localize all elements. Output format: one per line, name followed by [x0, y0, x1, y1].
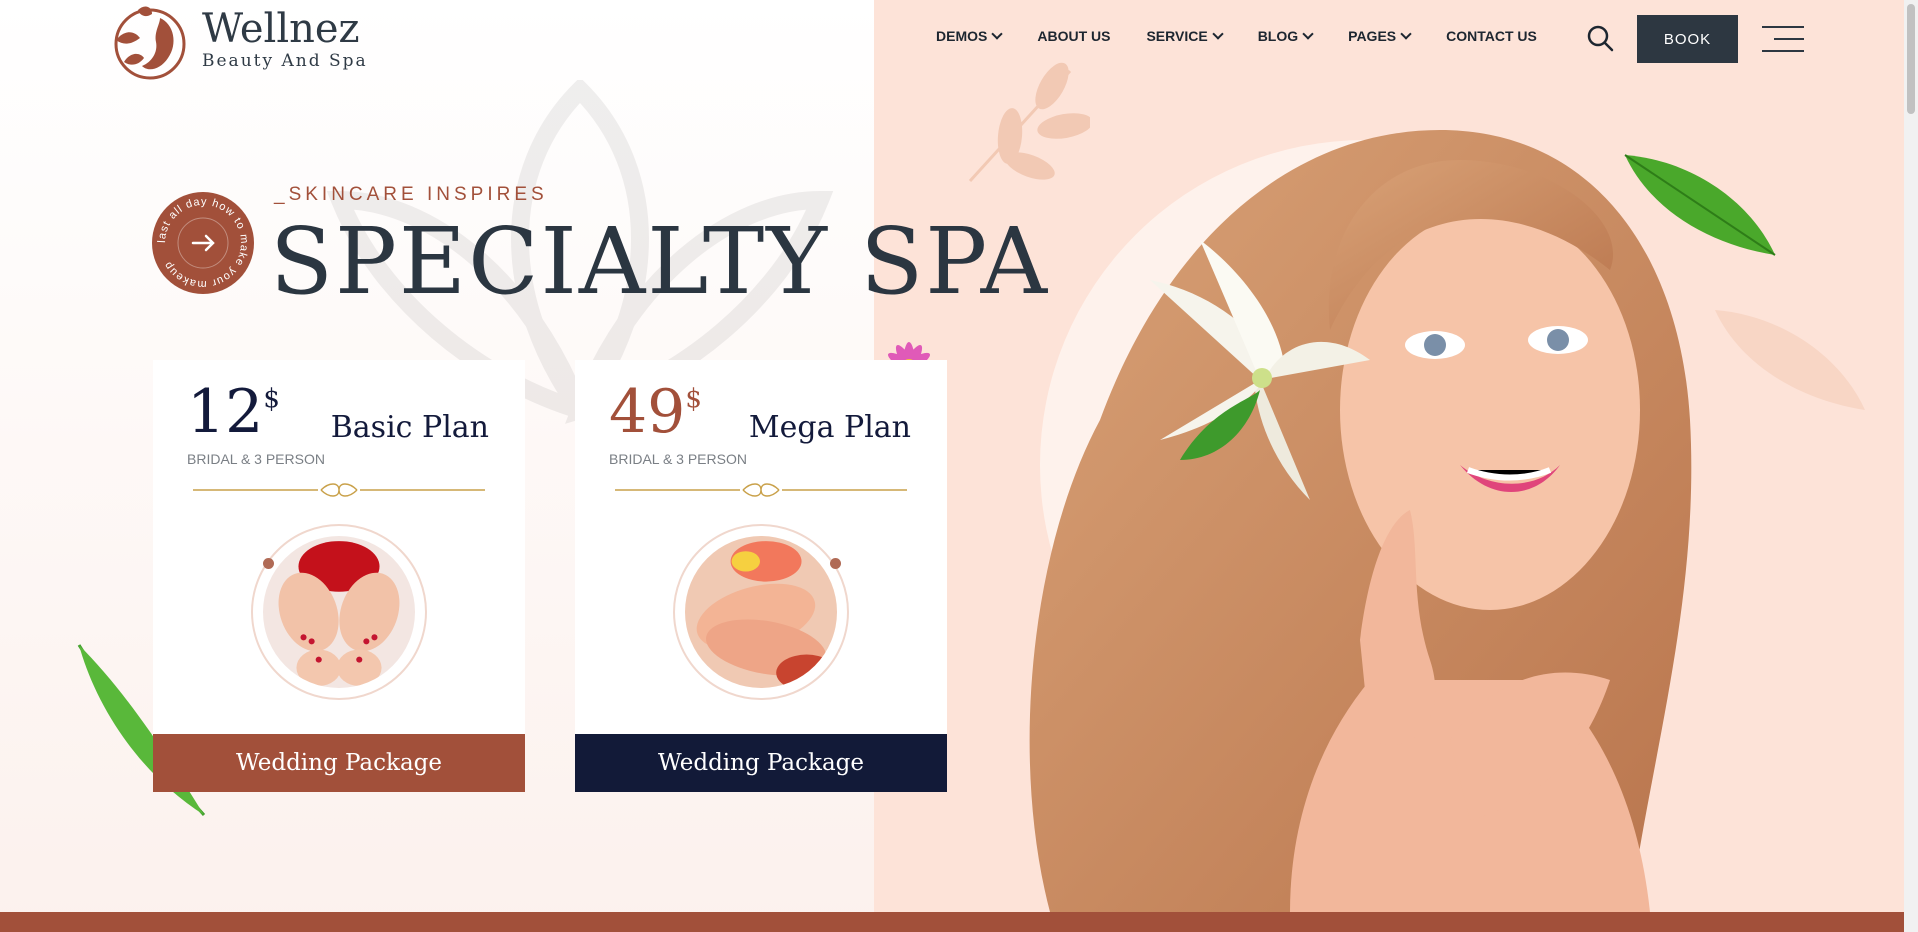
- wedding-package-button[interactable]: Wedding Package: [575, 734, 947, 792]
- section-divider-bar: [0, 912, 1904, 932]
- chevron-down-icon: [1302, 28, 1314, 40]
- brand-tagline: Beauty And Spa: [202, 51, 368, 71]
- nav-label: SERVICE: [1146, 28, 1208, 44]
- brand-name: Wellnez: [202, 6, 360, 52]
- main-nav: DEMOS ABOUT US SERVICE BLOG PAGES CONTAC…: [936, 28, 1537, 44]
- nav-label: ABOUT US: [1037, 28, 1111, 44]
- ornament-divider-icon: [193, 483, 485, 497]
- nav-item-demos[interactable]: DEMOS: [936, 28, 1004, 44]
- nav-label: PAGES: [1348, 28, 1397, 44]
- page-scrollbar[interactable]: [1904, 0, 1918, 932]
- nav-label: CONTACT US: [1446, 28, 1537, 44]
- decorative-dot: [830, 558, 841, 569]
- hand-massage-photo: [673, 524, 849, 700]
- hero-eyebrow: _SKINCARE INSPIRES: [274, 184, 548, 205]
- plan-price: 12$: [187, 377, 280, 447]
- nav-label: BLOG: [1257, 28, 1299, 44]
- nav-item-contact-us[interactable]: CONTACT US: [1446, 28, 1537, 44]
- chevron-down-icon: [1400, 28, 1412, 40]
- plan-card-basic: 12$ BRIDAL & 3 PERSON Basic Plan Wedding…: [153, 360, 525, 792]
- search-icon[interactable]: [1586, 24, 1614, 52]
- plan-price: 49$: [609, 377, 702, 447]
- chevron-down-icon: [1212, 28, 1224, 40]
- hamburger-menu-icon[interactable]: [1762, 26, 1804, 52]
- nav-item-pages[interactable]: PAGES: [1348, 28, 1412, 44]
- nav-item-about-us[interactable]: ABOUT US: [1037, 28, 1110, 44]
- book-button[interactable]: BOOK: [1637, 15, 1738, 63]
- brand-logo[interactable]: Wellnez Beauty And Spa: [104, 0, 368, 80]
- wedding-package-button[interactable]: Wedding Package: [153, 734, 525, 792]
- hero-title: SPECIALTY SPA: [270, 208, 1050, 315]
- chevron-down-icon: [991, 28, 1004, 40]
- decorative-dot: [263, 558, 274, 569]
- arrow-right-icon: [191, 234, 215, 252]
- nav-item-blog[interactable]: BLOG: [1257, 28, 1314, 44]
- hero-woman-image: [1029, 130, 1692, 912]
- manicure-photo: [251, 524, 427, 700]
- plan-subtitle: BRIDAL & 3 PERSON: [609, 451, 747, 467]
- nav-label: DEMOS: [936, 28, 988, 44]
- scrollbar-thumb[interactable]: [1907, 4, 1915, 114]
- ornament-divider-icon: [615, 483, 907, 497]
- plan-name: Basic Plan: [330, 410, 489, 445]
- rotating-badge-button[interactable]: last all day how to make your makeup: [152, 192, 254, 294]
- nav-item-service[interactable]: SERVICE: [1146, 28, 1224, 44]
- plan-card-mega: 49$ BRIDAL & 3 PERSON Mega Plan Wedding …: [575, 360, 947, 792]
- woman-flower-logo-icon: [114, 6, 186, 80]
- plan-subtitle: BRIDAL & 3 PERSON: [187, 451, 325, 467]
- plan-name: Mega Plan: [748, 410, 911, 445]
